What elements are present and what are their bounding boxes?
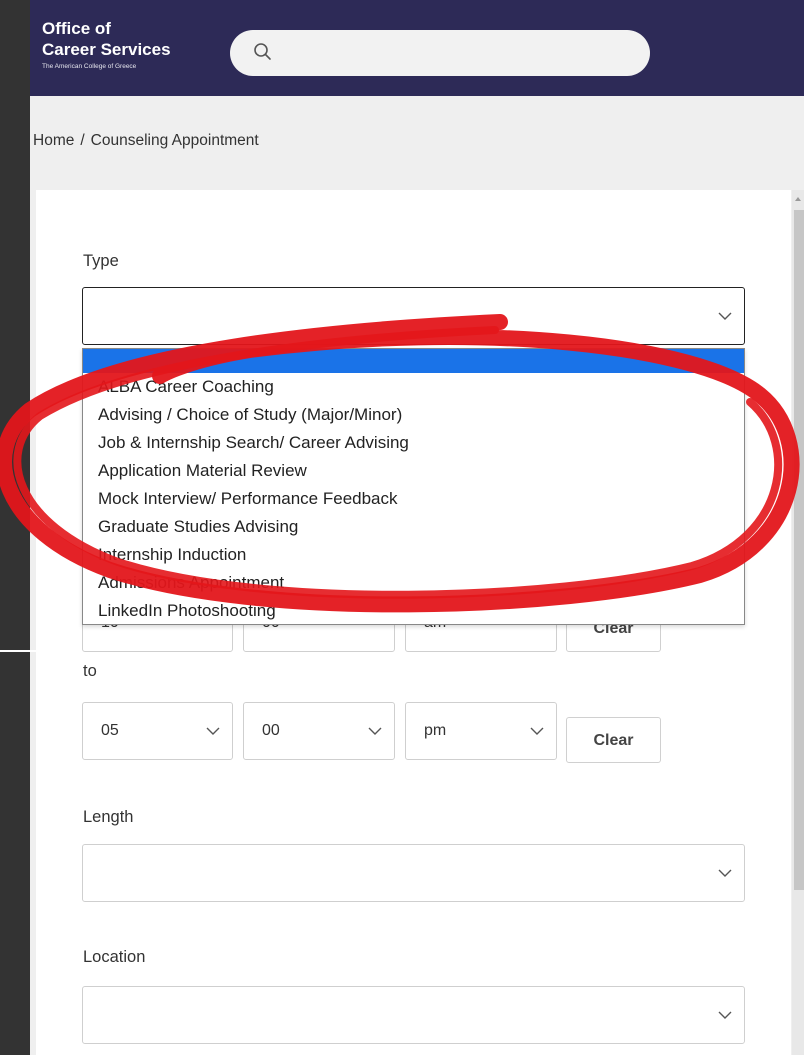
dropdown-option[interactable]: Graduate Studies Advising	[98, 515, 298, 539]
edge-marker-line	[0, 650, 36, 652]
site-logo[interactable]: Office of Career Services The American C…	[42, 18, 171, 70]
type-label: Type	[83, 252, 119, 270]
breadcrumb-current: Counseling Appointment	[90, 132, 259, 149]
dropdown-option[interactable]: Internship Induction	[98, 543, 246, 567]
to-minute-value: 00	[262, 722, 280, 739]
dropdown-option[interactable]: LinkedIn Photoshooting	[98, 599, 276, 623]
to-hour-value: 05	[101, 722, 119, 739]
type-select[interactable]	[82, 287, 745, 345]
length-select[interactable]	[82, 844, 745, 902]
to-ampm-select[interactable]: pm	[405, 702, 557, 760]
dropdown-option[interactable]: Admissions Appointment	[98, 571, 284, 595]
chevron-down-icon	[530, 727, 544, 735]
type-dropdown-list[interactable]: ALBA Career Coaching Advising / Choice o…	[82, 348, 745, 625]
site-header: Office of Career Services The American C…	[30, 0, 804, 96]
chevron-down-icon	[206, 727, 220, 735]
chevron-down-icon	[718, 1011, 732, 1019]
to-minute-select[interactable]: 00	[243, 702, 395, 760]
logo-line-2: Career Services	[42, 40, 171, 59]
location-label: Location	[83, 948, 146, 966]
to-clear-button[interactable]: Clear	[566, 717, 661, 763]
breadcrumb-home[interactable]: Home	[33, 132, 74, 149]
logo-line-1: Office of	[42, 19, 111, 38]
chevron-down-icon	[718, 869, 732, 877]
breadcrumb: Home / Counseling Appointment	[33, 132, 259, 150]
scrollbar-thumb[interactable]	[794, 210, 804, 890]
to-hour-select[interactable]: 05	[82, 702, 233, 760]
dropdown-option[interactable]: ALBA Career Coaching	[98, 375, 274, 399]
to-ampm-value: pm	[424, 722, 447, 739]
search-input[interactable]	[230, 30, 650, 76]
scroll-up-arrow-icon[interactable]	[793, 195, 803, 203]
dropdown-option[interactable]: Advising / Choice of Study (Major/Minor)	[98, 403, 402, 427]
location-select[interactable]	[82, 986, 745, 1044]
chevron-down-icon	[368, 727, 382, 735]
length-label: Length	[83, 808, 134, 826]
breadcrumb-separator: /	[80, 132, 85, 149]
search-icon	[254, 43, 271, 60]
dropdown-option[interactable]: Application Material Review	[98, 459, 307, 483]
logo-subtitle: The American College of Greece	[42, 63, 137, 70]
dropdown-option[interactable]: Mock Interview/ Performance Feedback	[98, 487, 398, 511]
dropdown-option-highlighted[interactable]	[83, 349, 744, 373]
to-label: to	[83, 662, 97, 680]
chevron-down-icon	[718, 312, 732, 320]
dropdown-option[interactable]: Job & Internship Search/ Career Advising	[98, 431, 409, 455]
